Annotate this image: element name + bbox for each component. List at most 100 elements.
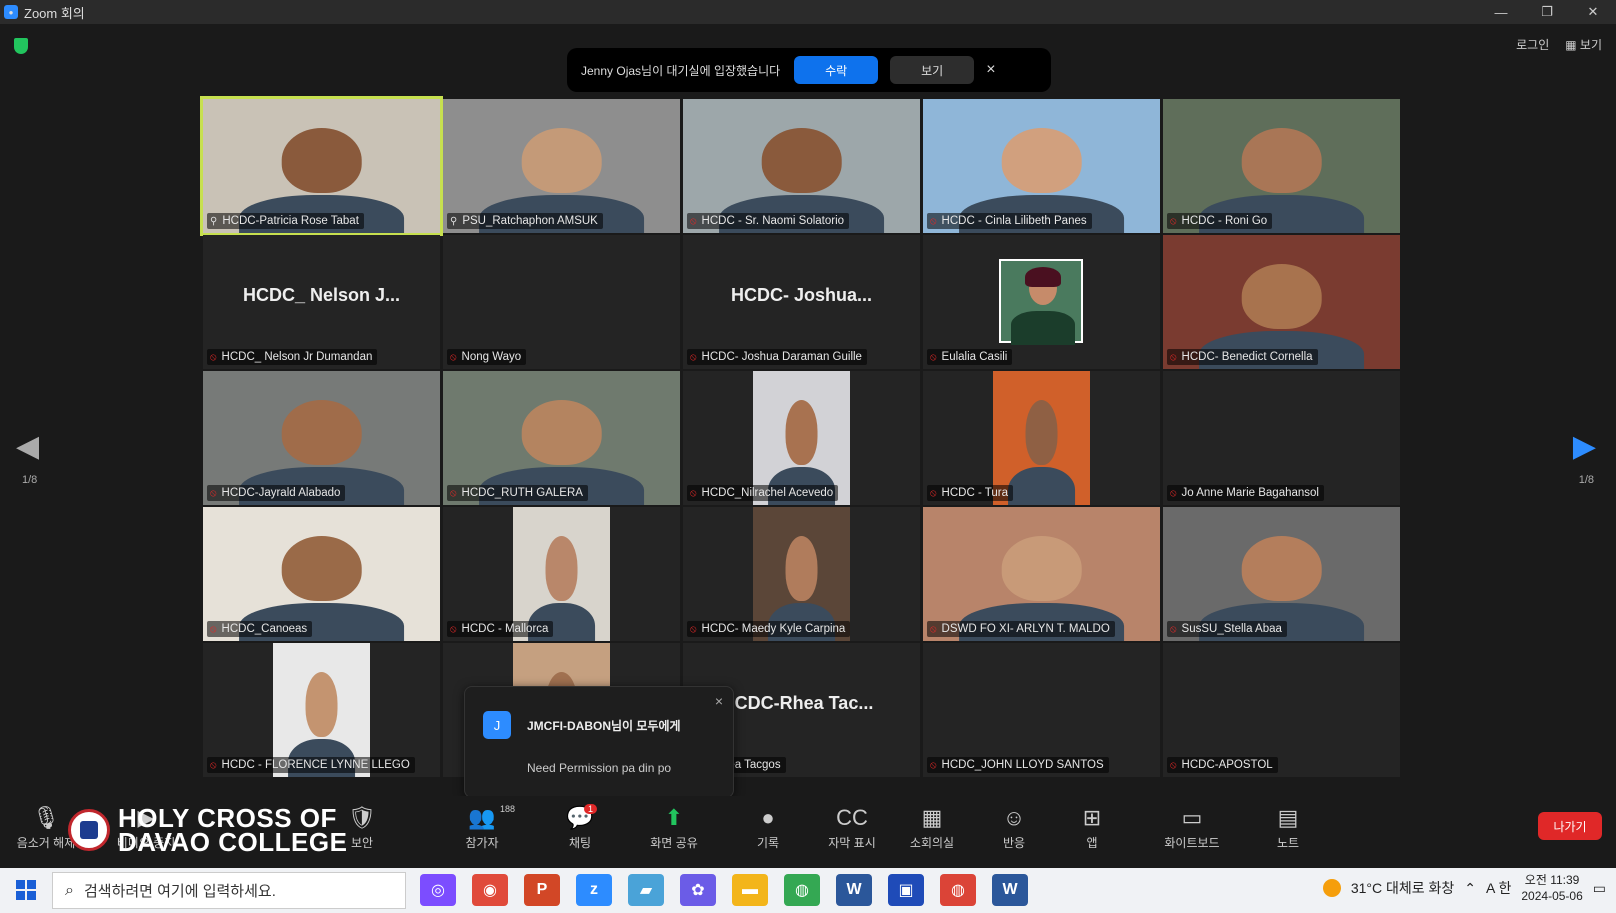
participant-tile[interactable]: ⦸ HCDC- Maedy Kyle Carpina: [683, 507, 920, 641]
participant-tile[interactable]: HCDC- Joshua... ⦸ HCDC- Joshua Daraman Gui…: [683, 235, 920, 369]
toolbar-item[interactable]: 💬 채팅 1: [548, 804, 612, 851]
next-page-icon[interactable]: ▶: [1573, 429, 1596, 464]
participant-tile[interactable]: ⦸ HCDC - FLORENCE LYNNE LLEGO: [203, 643, 440, 777]
zoom-taskbar-icon[interactable]: z: [576, 874, 612, 906]
participant-name-label: ⦸ HCDC - FLORENCE LYNNE LLEGO: [207, 757, 415, 773]
toolbar-item[interactable]: ▦ 소회의실: [900, 804, 964, 851]
participant-tile[interactable]: ⦸ HCDC_Canoeas: [203, 507, 440, 641]
participant-tile[interactable]: ⦸ HCDC - Cinla Lilibeth Panes: [923, 99, 1160, 233]
participant-name-label: ⦸ HCDC - Roni Go: [1167, 213, 1273, 229]
toolbar-label: 참가자: [465, 836, 499, 850]
participant-name-label: ⦸ SusSU_Stella Abaa: [1167, 621, 1287, 637]
taskbar-search-input[interactable]: ⌕ 검색하려면 여기에 입력하세요.: [52, 872, 406, 909]
leave-button[interactable]: 나가기: [1538, 812, 1602, 840]
toolbar-item[interactable]: CC 자막 표시: [820, 804, 884, 851]
participant-tile[interactable]: ⦸ DSWD FO XI- ARLYN T. MALDO: [923, 507, 1160, 641]
chrome-icon[interactable]: ◍: [940, 874, 976, 906]
restore-button[interactable]: ❐: [1524, 0, 1570, 24]
toolbar-icon: ⬆: [664, 805, 684, 830]
participant-tile[interactable]: ⦸ Nong Wayo: [443, 235, 680, 369]
chat-notification-popup[interactable]: J JMCFI-DABON님이 모두에게 Need Permission pa …: [464, 686, 734, 798]
muted-mic-icon: ⦸: [450, 351, 457, 363]
participant-tile[interactable]: ⦸ HCDC_RUTH GALERA: [443, 371, 680, 505]
view-button[interactable]: 보기: [890, 56, 975, 84]
participant-tile[interactable]: ⦸ HCDC-Jayrald Alabado: [203, 371, 440, 505]
admit-button[interactable]: 수락: [794, 56, 879, 84]
muted-mic-icon: ⦸: [1170, 487, 1177, 499]
toolbar-item[interactable]: ☺ 반응: [982, 804, 1046, 851]
app-icon[interactable]: ▰: [628, 874, 664, 906]
toolbar-item[interactable]: ● 기록: [736, 804, 800, 851]
participant-tile[interactable]: ⦸ HCDC - Sr. Naomi Solatorio: [683, 99, 920, 233]
participant-tile[interactable]: ⚲ HCDC-Patricia Rose Tabat: [200, 96, 443, 236]
minimize-button[interactable]: —: [1478, 0, 1524, 24]
muted-mic-icon: ⦸: [690, 487, 697, 499]
chrome-icon[interactable]: ◍: [784, 874, 820, 906]
participant-name-label: ⚲ PSU_Ratchaphon AMSUK: [447, 213, 603, 229]
participant-tile[interactable]: ⦸ SusSU_Stella Abaa: [1163, 507, 1400, 641]
app-icon[interactable]: ◎: [420, 874, 456, 906]
participant-face: [1001, 536, 1082, 601]
participant-tile[interactable]: ⦸ Eulalia Casili: [923, 235, 1160, 369]
login-button[interactable]: 로그인: [1516, 36, 1549, 53]
muted-mic-icon: ⦸: [210, 759, 217, 771]
participant-face: [1001, 128, 1082, 193]
college-name: HOLY CROSS OF DAVAO COLLEGE: [118, 803, 348, 857]
participant-name-label: ⦸ Eulalia Casili: [927, 349, 1013, 365]
participant-name-label: ⦸ HCDC_RUTH GALERA: [447, 485, 588, 501]
toolbar-label: 자막 표시: [828, 836, 876, 850]
weather-text[interactable]: 31°C 대체로 화창: [1351, 878, 1454, 898]
participant-tile[interactable]: ⦸ HCDC- Benedict Cornella: [1163, 235, 1400, 369]
toolbar-icon: CC: [836, 805, 868, 830]
muted-mic-icon: ⦸: [690, 215, 697, 227]
participant-face: [785, 536, 818, 601]
participant-tile[interactable]: ⦸ HCDC_Nilrachel Acevedo: [683, 371, 920, 505]
app-icon[interactable]: ▣: [888, 874, 924, 906]
close-icon[interactable]: ×: [715, 693, 723, 709]
video-grid: ⚲ HCDC-Patricia Rose Tabat ⚲ PSU_Ratchaphon…: [200, 96, 1413, 795]
participant-name-label: ⦸ HCDC - Cinla Lilibeth Panes: [927, 213, 1092, 229]
page-indicator-right: 1/8: [1578, 474, 1594, 486]
zoom-app-icon: ●: [4, 5, 18, 19]
participant-name-label: ⚲ HCDC-Patricia Rose Tabat: [207, 213, 364, 229]
participant-tile[interactable]: ⦸ HCDC - Mallorca: [443, 507, 680, 641]
previous-page-icon[interactable]: ◀: [16, 429, 39, 464]
shield-icon[interactable]: [14, 38, 28, 54]
close-icon[interactable]: ×: [986, 61, 995, 79]
toolbar-item[interactable]: 👥 참가자 188: [450, 804, 515, 851]
chevron-up-icon[interactable]: ⌃: [1464, 880, 1476, 897]
college-seal-icon: [68, 809, 110, 851]
notification-icon[interactable]: ▭: [1593, 880, 1606, 897]
close-window-button[interactable]: ✕: [1570, 0, 1616, 24]
participant-tile[interactable]: ⦸ HCDC - Tura: [923, 371, 1160, 505]
participant-face: [785, 400, 818, 465]
toolbar-item[interactable]: ⊞ 앱: [1060, 804, 1124, 851]
participant-tile[interactable]: ⚲ PSU_Ratchaphon AMSUK: [443, 99, 680, 233]
participant-tile[interactable]: ⦸ HCDC_JOHN LLOYD SANTOS: [923, 643, 1160, 777]
app-icon[interactable]: ◉: [472, 874, 508, 906]
powerpoint-icon[interactable]: P: [524, 874, 560, 906]
toolbar-item[interactable]: ⬆ 화면 공유: [642, 804, 706, 851]
file-explorer-icon[interactable]: ▬: [732, 874, 768, 906]
participant-tile[interactable]: HCDC_ Nelson J... ⦸ HCDC_ Nelson Jr Dumand…: [203, 235, 440, 369]
participant-count: 188: [500, 804, 516, 814]
meeting-area: 로그인 ▦ 보기 Jenny Ojas님이 대기실에 입장했습니다 수락 보기 …: [0, 24, 1616, 820]
toolbar-item[interactable]: ▤ 노트: [1256, 804, 1320, 851]
clock[interactable]: 오전 11:39 2024-05-06: [1521, 872, 1582, 904]
windows-start-icon[interactable]: [16, 880, 36, 900]
participant-face: [761, 128, 842, 193]
toolbar-item[interactable]: ▭ 화이트보드: [1160, 804, 1224, 851]
word-icon[interactable]: W: [836, 874, 872, 906]
participant-tile[interactable]: ⦸ HCDC - Roni Go: [1163, 99, 1400, 233]
participant-display-name: HCDC_ Nelson J...: [242, 285, 401, 305]
participant-face: [521, 128, 602, 193]
participant-tile[interactable]: ⦸ HCDC-APOSTOL: [1163, 643, 1400, 777]
input-language[interactable]: A 한: [1486, 878, 1511, 898]
view-toggle-button[interactable]: ▦ 보기: [1565, 36, 1602, 53]
participant-tile[interactable]: ⦸ Jo Anne Marie Bagahansol: [1163, 371, 1400, 505]
copilot-icon[interactable]: ✿: [680, 874, 716, 906]
participant-name-label: ⦸ DSWD FO XI- ARLYN T. MALDO: [927, 621, 1115, 637]
word-icon[interactable]: W: [992, 874, 1028, 906]
chat-sender: JMCFI-DABON님이 모두에게: [527, 719, 681, 733]
toolbar-label: 노트: [1276, 836, 1300, 850]
